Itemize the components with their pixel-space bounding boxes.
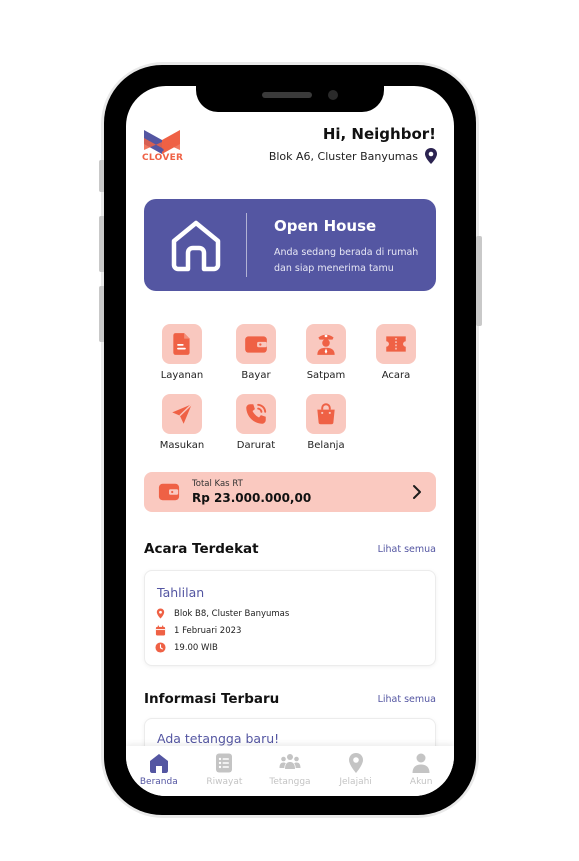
location-selector[interactable]: Blok A6, Cluster Banyumas: [269, 148, 438, 164]
front-camera: [328, 90, 338, 100]
home-status-card[interactable]: Open House Anda sedang berada di rumah d…: [144, 199, 436, 291]
send-icon: [172, 403, 193, 424]
menu-tile: [376, 324, 416, 364]
app-screen: CLOVER Hi, Neighbor! Blok A6, Cluster Ba…: [126, 86, 454, 796]
speaker-grille: [262, 92, 312, 98]
info-title: Ada tetangga baru!: [157, 731, 280, 746]
menu-label: Satpam: [306, 370, 346, 381]
security-guard-icon: [317, 334, 335, 355]
menu-item-layanan[interactable]: Layanan: [152, 324, 212, 381]
home-icon: [149, 754, 168, 773]
menu-tile: [162, 324, 202, 364]
menu-tile: [236, 324, 276, 364]
menu-item-masukan[interactable]: Masukan: [152, 394, 212, 451]
events-section-title: Acara Terdekat: [144, 541, 259, 557]
phone-power-button: [476, 236, 482, 326]
menu-item-belanja[interactable]: Belanja: [296, 394, 356, 451]
menu-label: Belanja: [307, 440, 345, 451]
map-pin-icon: [348, 753, 363, 773]
clock-icon: [155, 642, 166, 653]
calendar-icon: [155, 625, 166, 636]
kas-value: Rp 23.000.000,00: [192, 491, 312, 505]
nav-item-akun[interactable]: Akun: [391, 752, 451, 787]
kas-label: Total Kas RT: [192, 479, 243, 489]
history-icon: [216, 753, 233, 773]
location-pin-icon: [156, 608, 165, 619]
menu-item-darurat[interactable]: Darurat: [226, 394, 286, 451]
menu-tile: [306, 394, 346, 434]
events-see-all-link[interactable]: Lihat semua: [378, 544, 436, 555]
ticket-icon: [386, 336, 406, 352]
menu-tile: [236, 394, 276, 434]
info-section-title: Informasi Terbaru: [144, 691, 280, 707]
nav-label: Jelajahi: [339, 777, 372, 787]
nav-item-beranda[interactable]: Beranda: [129, 752, 189, 787]
total-kas-card[interactable]: Total Kas RT Rp 23.000.000,00: [144, 472, 436, 512]
event-location-row: Blok B8, Cluster Banyumas: [155, 608, 289, 619]
menu-label: Masukan: [159, 440, 205, 451]
menu-item-satpam[interactable]: Satpam: [296, 324, 356, 381]
nav-item-jelajahi[interactable]: Jelajahi: [326, 752, 386, 787]
status-description: Anda sedang berada di rumah dan siap men…: [274, 247, 419, 274]
nav-label: Riwayat: [206, 777, 243, 787]
menu-label: Layanan: [160, 370, 204, 381]
nav-item-riwayat[interactable]: Riwayat: [194, 752, 254, 787]
user-icon: [412, 753, 430, 773]
event-date-row: 1 Februari 2023: [155, 625, 241, 636]
event-title: Tahlilan: [157, 585, 205, 600]
card-divider: [246, 213, 247, 277]
menu-item-bayar[interactable]: Bayar: [226, 324, 286, 381]
location-pin-icon: [425, 148, 437, 164]
house-icon: [171, 220, 221, 272]
event-card[interactable]: Tahlilan Blok B8, Cluster Banyumas 1 Feb…: [144, 570, 436, 666]
info-see-all-link[interactable]: Lihat semua: [378, 694, 436, 705]
menu-tile: [306, 324, 346, 364]
shopping-bag-icon: [317, 403, 335, 425]
chevron-right-icon: [413, 485, 421, 499]
nav-label: Tetangga: [269, 777, 311, 787]
bottom-navigation: Beranda Riwayat Tetangga Jelajahi Akun: [126, 746, 454, 796]
document-icon: [173, 333, 190, 355]
nav-item-tetangga[interactable]: Tetangga: [260, 752, 320, 787]
menu-item-acara[interactable]: Acara: [366, 324, 426, 381]
menu-label: Bayar: [241, 370, 271, 381]
event-time: 19.00 WIB: [174, 642, 218, 653]
status-title: Open House: [274, 217, 377, 235]
event-date: 1 Februari 2023: [174, 625, 242, 636]
nav-label: Beranda: [139, 777, 178, 787]
menu-label: Acara: [381, 370, 411, 381]
event-time-row: 19.00 WIB: [155, 642, 218, 653]
menu-label: Darurat: [236, 440, 276, 451]
wallet-icon: [158, 483, 180, 501]
neighbors-icon: [279, 754, 301, 769]
location-text: Blok A6, Cluster Banyumas: [268, 149, 418, 163]
event-location: Blok B8, Cluster Banyumas: [174, 608, 290, 619]
phone-call-icon: [246, 403, 267, 424]
phone-notch: [196, 70, 384, 112]
brand-name: CLOVER: [142, 153, 184, 163]
wallet-icon: [245, 336, 267, 353]
greeting-text: Hi, Neighbor!: [322, 125, 436, 143]
nav-label: Akun: [409, 777, 433, 787]
menu-tile: [162, 394, 202, 434]
